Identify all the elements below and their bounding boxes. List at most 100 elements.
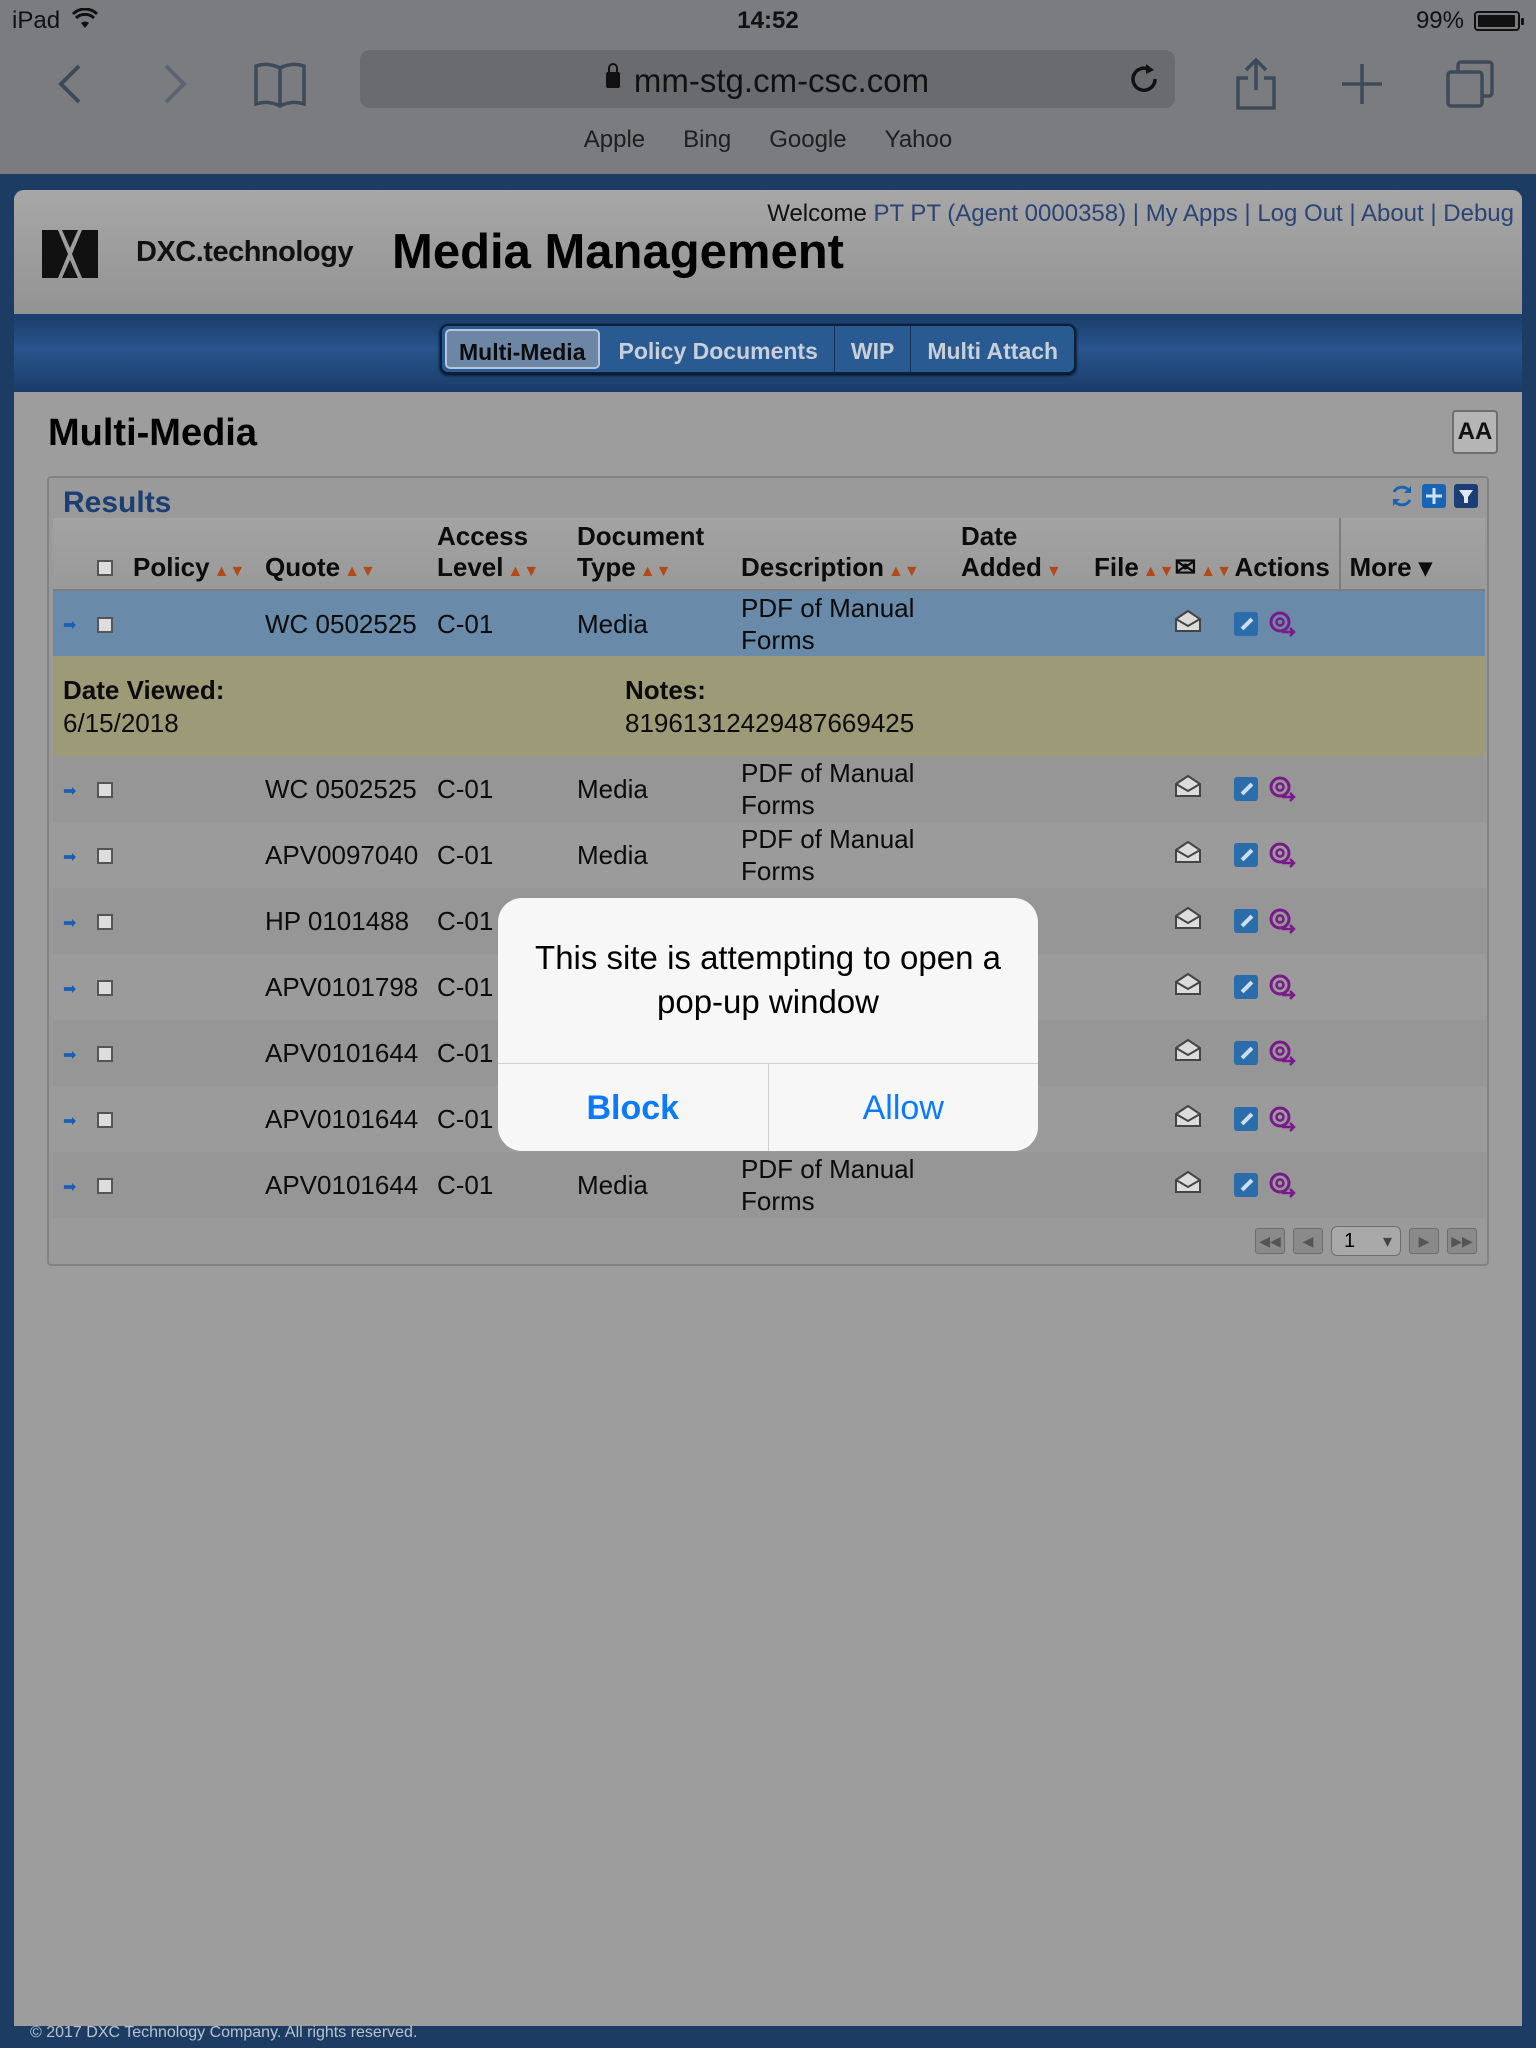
- filter-icon[interactable]: [1453, 483, 1479, 509]
- row-checkbox[interactable]: [97, 782, 113, 798]
- envelope-icon[interactable]: [1174, 905, 1202, 929]
- edit-icon[interactable]: [1234, 1107, 1259, 1131]
- expand-arrow-icon[interactable]: ➡: [63, 908, 76, 940]
- notes-value: 81961312429487669425: [625, 708, 915, 738]
- row-checkbox[interactable]: [97, 1178, 113, 1194]
- table-row[interactable]: ➡ APV0097040 C-01 Media PDF of Manual Forms: [53, 822, 1485, 888]
- cell-document-type: Media: [577, 590, 741, 656]
- row-checkbox[interactable]: [97, 914, 113, 930]
- expand-arrow-icon[interactable]: ➡: [63, 974, 76, 1006]
- edit-icon[interactable]: [1234, 777, 1259, 801]
- row-detail: Date Viewed: 6/15/2018 Notes: 8196131242948…: [53, 656, 1485, 756]
- debug-link[interactable]: Debug: [1443, 200, 1514, 227]
- email-attach-icon[interactable]: [1268, 610, 1297, 638]
- envelope-icon[interactable]: [1174, 1169, 1202, 1193]
- row-checkbox[interactable]: [97, 980, 113, 996]
- expand-arrow-icon[interactable]: ➡: [63, 610, 76, 642]
- favorite-yahoo[interactable]: Yahoo: [885, 126, 953, 154]
- new-tab-icon[interactable]: [1332, 54, 1392, 114]
- clock: 14:52: [737, 7, 799, 34]
- email-attach-icon[interactable]: [1268, 973, 1297, 1001]
- tab-wip[interactable]: WIP: [835, 326, 912, 372]
- next-page-icon[interactable]: ▶: [1409, 1228, 1439, 1254]
- edit-icon[interactable]: [1234, 909, 1259, 933]
- edit-icon[interactable]: [1234, 611, 1259, 636]
- tab-policy-documents[interactable]: Policy Documents: [603, 326, 835, 372]
- font-size-button[interactable]: AA: [1452, 410, 1498, 454]
- share-icon[interactable]: [1226, 54, 1286, 114]
- col-policy[interactable]: Policy ▲▼: [133, 518, 265, 591]
- dialog-buttons: Block Allow: [498, 1063, 1038, 1151]
- sort-icon: ▲▼: [1142, 563, 1175, 580]
- expand-arrow-icon[interactable]: ➡: [63, 842, 76, 874]
- cell-file: [1094, 1152, 1175, 1218]
- table-row[interactable]: ➡ WC 0502525 C-01 Media PDF of Manual Forms: [53, 756, 1485, 822]
- my-apps-link[interactable]: My Apps: [1146, 200, 1238, 227]
- cell-description: PDF of Manual Forms: [741, 822, 961, 888]
- favorite-bing[interactable]: Bing: [683, 126, 731, 154]
- email-attach-icon[interactable]: [1268, 775, 1297, 803]
- expand-arrow-icon[interactable]: ➡: [63, 776, 76, 808]
- block-button[interactable]: Block: [498, 1064, 769, 1151]
- col-more[interactable]: More ▾: [1339, 518, 1485, 591]
- back-icon[interactable]: [40, 54, 100, 114]
- col-quote[interactable]: Quote ▲▼: [265, 518, 437, 591]
- col-description[interactable]: Description ▲▼: [741, 518, 961, 591]
- email-attach-icon[interactable]: [1268, 907, 1297, 935]
- cell-access-level: C-01: [437, 1152, 577, 1218]
- email-attach-icon[interactable]: [1268, 841, 1297, 869]
- row-checkbox[interactable]: [97, 616, 113, 633]
- col-date-added[interactable]: Date Added ▼: [961, 518, 1094, 591]
- bookmarks-icon[interactable]: [250, 54, 310, 114]
- email-attach-icon[interactable]: [1268, 1105, 1297, 1133]
- table-row[interactable]: ➡ APV0101644 C-01 Media PDF of Manual Forms: [53, 1152, 1485, 1218]
- edit-icon[interactable]: [1234, 1173, 1259, 1197]
- envelope-icon[interactable]: [1174, 1037, 1202, 1061]
- select-all-checkbox[interactable]: [97, 560, 113, 576]
- row-checkbox[interactable]: [97, 1046, 113, 1062]
- log-out-link[interactable]: Log Out: [1257, 200, 1342, 227]
- row-checkbox[interactable]: [97, 1112, 113, 1128]
- edit-icon[interactable]: [1234, 1041, 1259, 1065]
- col-access-level[interactable]: Access Level ▲▼: [437, 518, 577, 591]
- email-attach-icon[interactable]: [1268, 1039, 1297, 1067]
- cell-description: PDF of Manual Forms: [741, 1152, 961, 1218]
- favorite-google[interactable]: Google: [769, 126, 846, 154]
- refresh-icon[interactable]: [1389, 483, 1415, 509]
- envelope-icon[interactable]: [1174, 839, 1202, 863]
- row-checkbox[interactable]: [97, 848, 113, 864]
- expand-arrow-icon[interactable]: ➡: [63, 1106, 76, 1138]
- expand-arrow-icon[interactable]: ➡: [63, 1040, 76, 1072]
- allow-button[interactable]: Allow: [769, 1064, 1039, 1151]
- about-link[interactable]: About: [1361, 200, 1424, 227]
- envelope-icon[interactable]: [1174, 773, 1202, 797]
- favorite-apple[interactable]: Apple: [584, 126, 645, 154]
- user-link[interactable]: PT PT (Agent 0000358): [874, 200, 1127, 227]
- add-icon[interactable]: [1421, 483, 1447, 509]
- expand-arrow-icon[interactable]: ➡: [63, 1172, 76, 1204]
- email-attach-icon[interactable]: [1268, 1171, 1297, 1199]
- edit-icon[interactable]: [1234, 975, 1259, 999]
- tabs-icon[interactable]: [1440, 54, 1500, 114]
- page-select[interactable]: 1: [1331, 1226, 1401, 1256]
- tab-group: Multi-Media Policy Documents WIP Multi A…: [440, 324, 1077, 374]
- col-email[interactable]: ✉ ▲▼: [1174, 518, 1235, 591]
- prev-page-icon[interactable]: ◀: [1293, 1228, 1323, 1254]
- tab-multi-media[interactable]: Multi-Media: [445, 329, 600, 369]
- col-file[interactable]: File ▲▼: [1094, 518, 1175, 591]
- font-size-label: AA: [1457, 418, 1493, 445]
- url-field[interactable]: mm-stg.cm-csc.com: [360, 50, 1175, 108]
- col-actions: Actions: [1234, 518, 1341, 591]
- tab-multi-attach[interactable]: Multi Attach: [911, 326, 1074, 372]
- col-document-type[interactable]: Document Type ▲▼: [577, 518, 741, 591]
- forward-icon[interactable]: [145, 54, 205, 114]
- edit-icon[interactable]: [1234, 843, 1259, 867]
- table-row[interactable]: ➡ WC 0502525 C-01 Media PDF of Manual Forms: [53, 590, 1485, 656]
- last-page-icon[interactable]: ▶▶: [1447, 1228, 1477, 1254]
- envelope-icon[interactable]: [1174, 971, 1202, 995]
- dialog-message: This site is attempting to open a pop-up…: [535, 939, 1001, 1020]
- reload-icon[interactable]: [1127, 62, 1161, 96]
- first-page-icon[interactable]: ◀◀: [1255, 1228, 1285, 1254]
- envelope-icon[interactable]: [1174, 1103, 1202, 1127]
- envelope-icon[interactable]: [1174, 608, 1202, 632]
